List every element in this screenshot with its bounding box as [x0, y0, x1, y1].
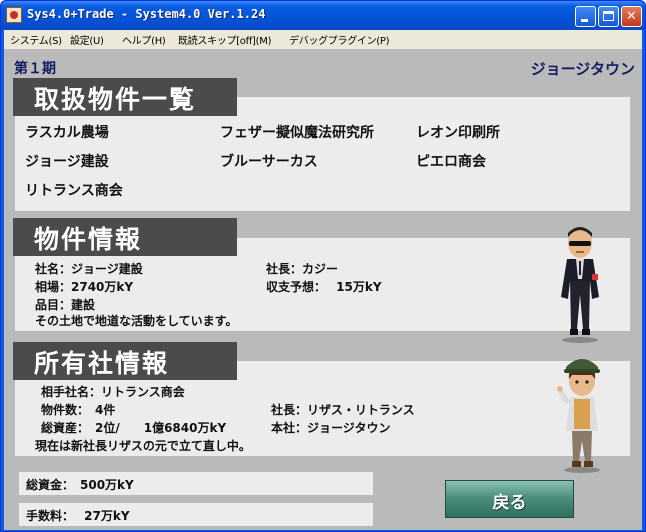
property-description: その土地で地道な活動をしています。 — [35, 314, 238, 328]
title-bar[interactable]: Sys4.0+Trade - System4.0 Ver.1.24 ✕ — [1, 1, 645, 30]
headquarters: 本社：ジョージタウン — [271, 421, 391, 435]
game-screen: 第１期 ジョージタウン ラスカル農場 フェザー擬似魔法研究所 レオン印刷所 ジョ… — [4, 49, 642, 530]
fee: 手数料： 27万kY — [26, 509, 130, 523]
maximize-button[interactable] — [598, 6, 619, 27]
close-button[interactable]: ✕ — [621, 6, 642, 27]
back-button-label: 戻る — [492, 493, 527, 513]
app-window: Sys4.0+Trade - System4.0 Ver.1.24 ✕ システム… — [0, 0, 646, 532]
back-button[interactable]: 戻る — [445, 480, 574, 518]
menu-bar: システム(S) 設定(U) ヘルプ(H) 既読スキップ[off](M) デバッグ… — [4, 30, 642, 49]
property-count: 物件数： 4件 — [41, 403, 116, 417]
property-item[interactable]: ラスカル農場 — [25, 122, 109, 142]
menu-system[interactable]: システム(S) — [10, 32, 62, 47]
menu-settings[interactable]: 設定(U) — [70, 32, 104, 47]
property-item[interactable]: レオン印刷所 — [416, 122, 500, 142]
property-list-heading: 取扱物件一覧 — [13, 78, 237, 116]
president-portrait — [561, 227, 599, 343]
income-forecast: 収支予想： 15万kY — [266, 280, 382, 294]
owner-description: 現在は新社長リザスの元で立て直し中。 — [35, 439, 251, 453]
window-title: Sys4.0+Trade - System4.0 Ver.1.24 — [27, 7, 266, 21]
owner-president: 社長：リザス・リトランス — [271, 403, 415, 417]
property-info-heading: 物件情報 — [13, 218, 237, 256]
total-assets: 総資産： 2位/ 1億6840万kY — [41, 421, 227, 435]
property-item[interactable]: リトランス商会 — [25, 180, 123, 200]
property-item[interactable]: ブルーサーカス — [220, 151, 318, 171]
total-funds: 総資金： 500万kY — [26, 478, 134, 492]
minimize-icon — [581, 19, 588, 22]
maximize-icon — [603, 11, 614, 21]
menu-debug[interactable]: デバッグプラグイン(P) — [289, 32, 390, 47]
owner-portrait — [557, 359, 600, 473]
market-price: 相場：2740万kY — [35, 280, 134, 294]
company-president: 社長：カジー — [266, 262, 339, 276]
menu-skip[interactable]: 既読スキップ[off](M) — [178, 32, 272, 47]
period-label: 第１期 — [14, 61, 56, 77]
fee-box: 手数料： 27万kY — [19, 503, 373, 526]
property-item[interactable]: ジョージ建設 — [25, 151, 109, 171]
location-label: ジョージタウン — [530, 60, 635, 78]
menu-help[interactable]: ヘルプ(H) — [122, 32, 166, 47]
property-item[interactable]: ピエロ商会 — [416, 151, 486, 171]
minimize-button[interactable] — [575, 6, 596, 27]
company-name: 社名：ジョージ建設 — [35, 262, 143, 276]
property-item[interactable]: フェザー擬似魔法研究所 — [220, 122, 374, 142]
close-icon: ✕ — [626, 9, 637, 24]
partner-company: 相手社名：リトランス商会 — [41, 385, 185, 399]
app-icon[interactable] — [6, 7, 22, 23]
owner-info-heading: 所有社情報 — [13, 342, 237, 380]
total-funds-box: 総資金： 500万kY — [19, 472, 373, 495]
category: 品目：建設 — [35, 298, 96, 312]
